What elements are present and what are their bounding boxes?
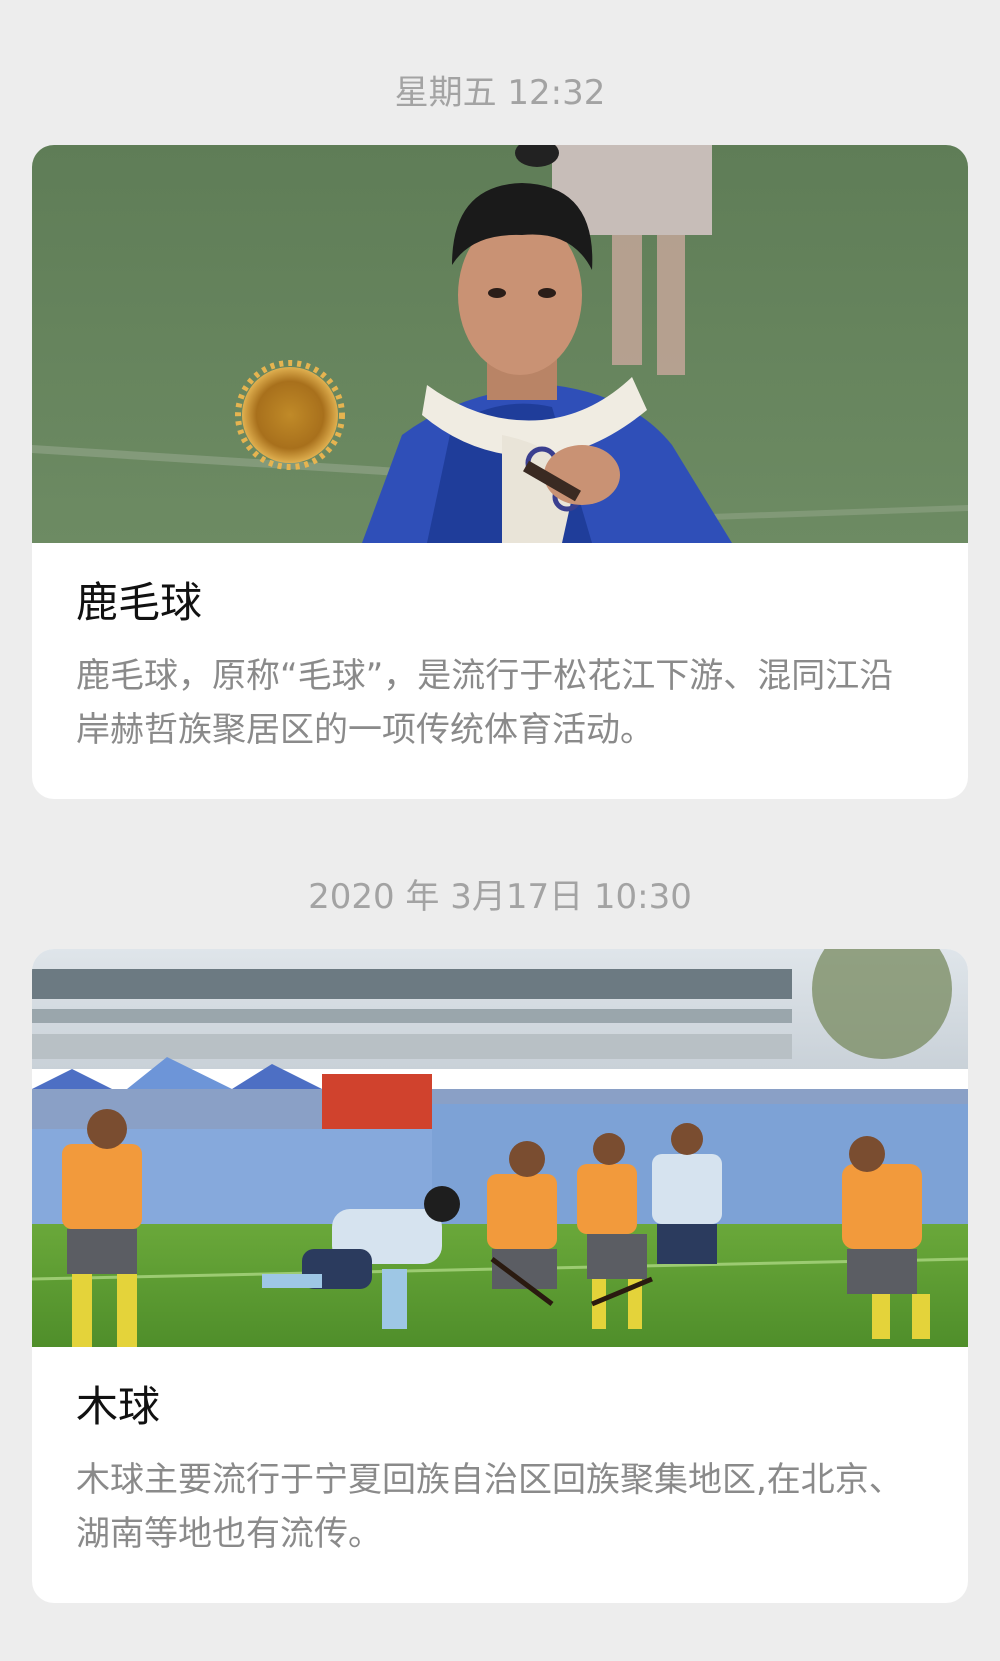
message-timestamp: 星期五 12:32: [394, 73, 606, 113]
article-description: 鹿毛球，原称“毛球”，是流行于松花江下游、混同江沿岸赫哲族聚居区的一项传统体育活…: [76, 656, 894, 750]
photo-player-with-fur-ball: [32, 145, 968, 543]
article-title: 木球: [76, 1382, 161, 1431]
article-card-lumaoqiu[interactable]: 鹿毛球 鹿毛球，原称“毛球”，是流行于松花江下游、混同江沿岸赫哲族聚居区的一项传…: [32, 145, 968, 799]
photo-wooden-ball-match: [32, 949, 968, 1347]
article-cover-image[interactable]: [32, 949, 968, 1347]
article-title: 鹿毛球: [76, 578, 203, 627]
article-card-muqiu[interactable]: 木球 木球主要流行于宁夏回族自治区回族聚集地区,在北京、湖南等地也有流传。: [32, 949, 968, 1603]
message-timestamp: 2020 年 3月17日 10:30: [308, 877, 692, 917]
article-description: 木球主要流行于宁夏回族自治区回族聚集地区,在北京、湖南等地也有流传。: [76, 1460, 903, 1554]
article-cover-image[interactable]: [32, 145, 968, 543]
